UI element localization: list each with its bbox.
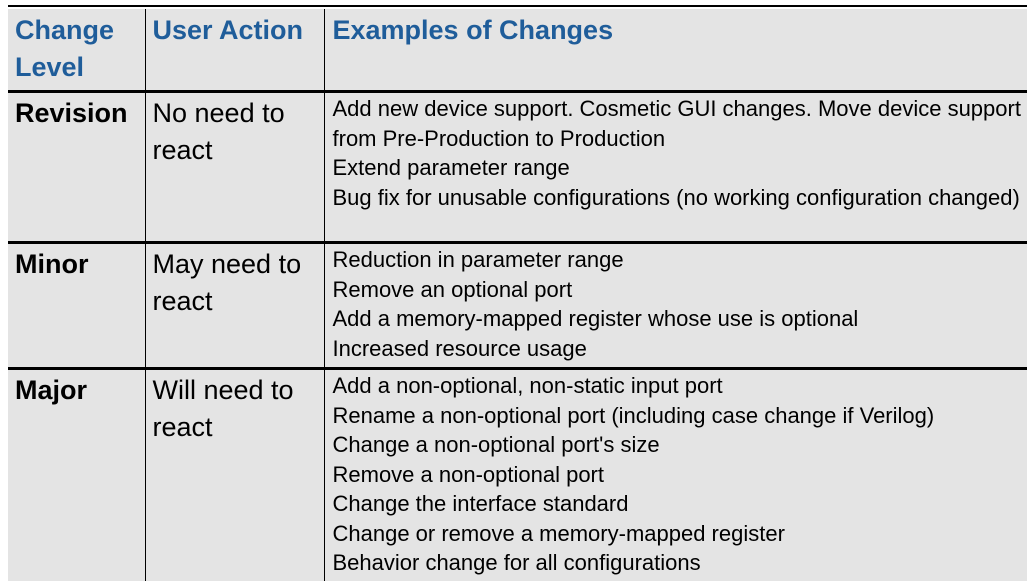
change-level-cell: Revision xyxy=(8,92,145,243)
example-item: Extend parameter range xyxy=(333,153,1027,183)
change-level-table: Change Level User Action Examples of Cha… xyxy=(8,9,1027,581)
example-item: Change a non-optional port's size xyxy=(333,430,1027,460)
examples-cell: Add new device support. Cosmetic GUI cha… xyxy=(324,92,1027,243)
example-item: Add a non-optional, non-static input por… xyxy=(333,371,1027,401)
header-user-action: User Action xyxy=(145,9,324,92)
example-item: Rename a non-optional port (including ca… xyxy=(333,401,1027,431)
header-examples: Examples of Changes xyxy=(324,9,1027,92)
table-header-row: Change Level User Action Examples of Cha… xyxy=(8,9,1027,92)
example-item: Bug fix for unusable configurations (no … xyxy=(333,183,1027,213)
table-row-minor: Minor May need to react Reduction in par… xyxy=(8,243,1027,369)
user-action-cell: No need to react xyxy=(145,92,324,243)
example-item: Add new device support. Cosmetic GUI cha… xyxy=(333,94,1027,153)
header-change-level: Change Level xyxy=(8,9,145,92)
example-item: Change or remove a memory-mapped registe… xyxy=(333,519,1027,549)
examples-cell: Reduction in parameter range Remove an o… xyxy=(324,243,1027,369)
user-action-cell: May need to react xyxy=(145,243,324,369)
example-item: Remove an optional port xyxy=(333,275,1027,305)
user-action-cell: Will need to react xyxy=(145,369,324,581)
change-level-cell: Major xyxy=(8,369,145,581)
example-item: Add a memory-mapped register whose use i… xyxy=(333,304,1027,334)
example-item: Reduction in parameter range xyxy=(333,245,1027,275)
top-rule xyxy=(8,5,1027,7)
table-row-major: Major Will need to react Add a non-optio… xyxy=(8,369,1027,581)
example-item: Increased resource usage xyxy=(333,334,1027,364)
example-item: Change the interface standard xyxy=(333,489,1027,519)
example-item: Remove a non-optional port xyxy=(333,460,1027,490)
change-level-cell: Minor xyxy=(8,243,145,369)
table-row-revision: Revision No need to react Add new device… xyxy=(8,92,1027,243)
example-item: Behavior change for all configurations xyxy=(333,548,1027,578)
examples-cell: Add a non-optional, non-static input por… xyxy=(324,369,1027,581)
